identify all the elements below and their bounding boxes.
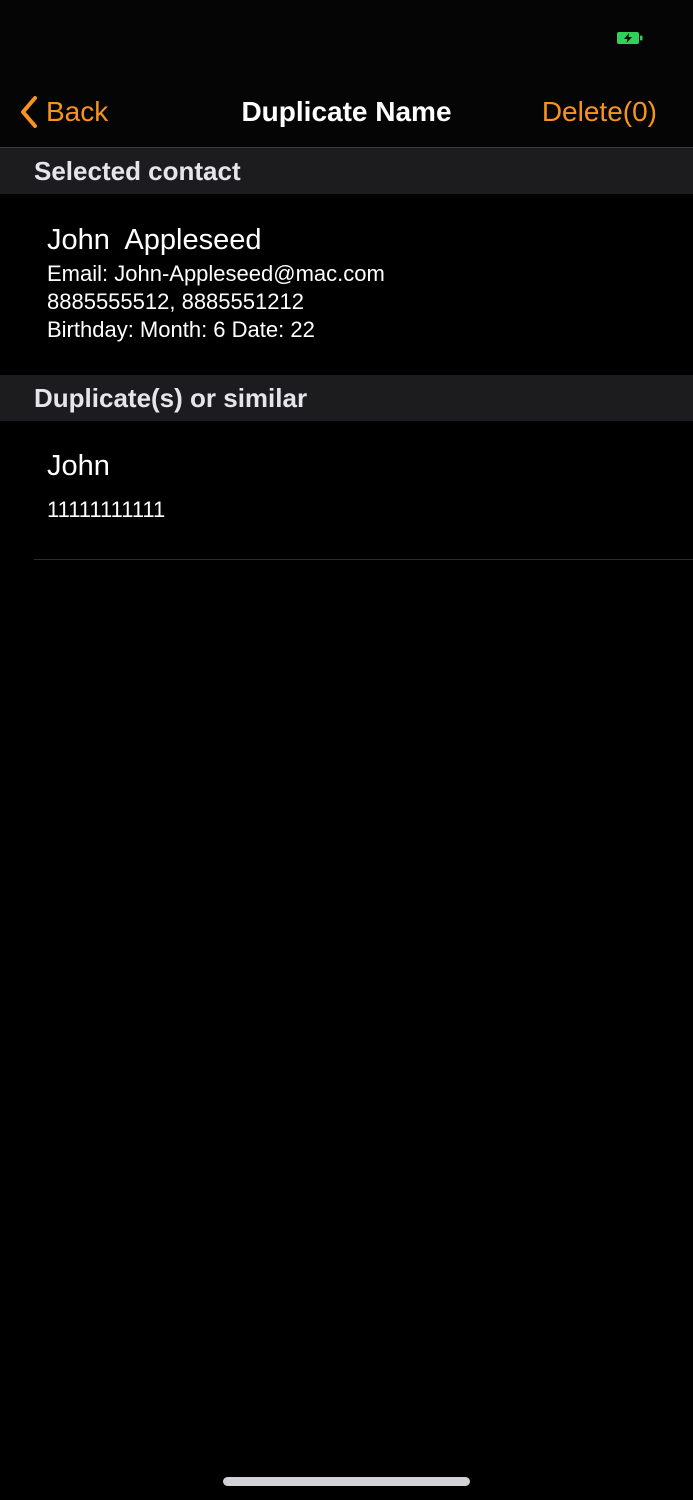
contact-name: John Appleseed xyxy=(47,224,262,256)
back-label: Back xyxy=(46,96,109,127)
navigation-bar: Back Duplicate Name Delete(0) xyxy=(0,80,693,148)
chevron-left-icon xyxy=(20,95,38,129)
selected-contact-card[interactable]: John Appleseed Email: John-Appleseed@mac… xyxy=(47,222,667,344)
section-header-duplicates: Duplicate(s) or similar xyxy=(0,375,693,421)
duplicate-name: John xyxy=(47,450,110,482)
contact-birthday: Birthday: Month: 6 Date: 22 xyxy=(47,317,315,342)
status-bar xyxy=(0,0,693,80)
battery-charging-icon xyxy=(617,31,643,45)
contact-phones: 8885555512, 8885551212 xyxy=(47,289,304,314)
back-button[interactable]: Back xyxy=(20,92,108,132)
duplicate-phone: 11111111111 xyxy=(47,497,166,522)
list-item[interactable]: John 11111111111 xyxy=(47,448,667,524)
home-indicator xyxy=(223,1477,470,1486)
section-header-selected-contact: Selected contact xyxy=(0,148,693,194)
delete-button[interactable]: Delete(0) xyxy=(542,92,657,132)
row-separator xyxy=(34,559,693,560)
contact-email: Email: John-Appleseed@mac.com xyxy=(47,261,385,286)
